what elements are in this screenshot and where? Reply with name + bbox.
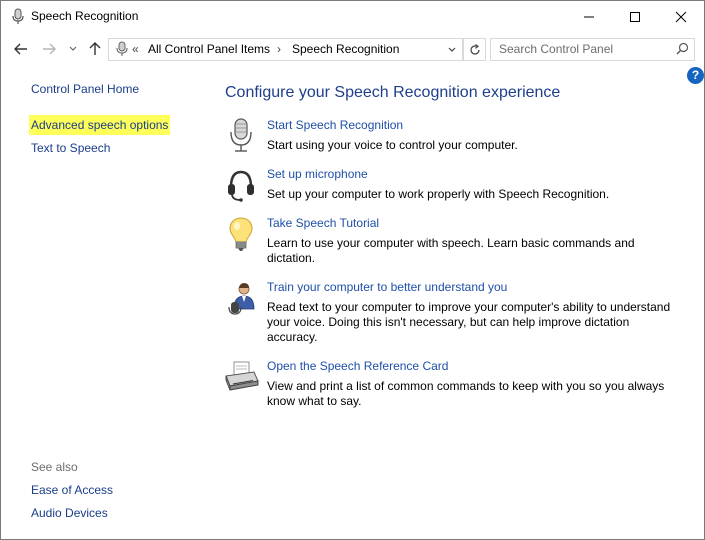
see-also-label: See also: [31, 460, 78, 474]
page-title: Configure your Speech Recognition experi…: [225, 84, 561, 101]
window-title: Speech Recognition: [31, 9, 139, 23]
task-speech-reference-card: Open the Speech Reference Card View and …: [223, 359, 683, 414]
ease-of-access-link[interactable]: Ease of Access: [31, 483, 113, 497]
address-dropdown-button[interactable]: [444, 39, 460, 60]
task-set-up-microphone: Set up microphone Set up your computer t…: [223, 167, 683, 207]
breadcrumb-separator: ›: [277, 42, 281, 56]
back-arrow-icon: [14, 43, 27, 55]
close-icon: [675, 11, 687, 22]
control-panel-home-link[interactable]: Control Panel Home: [31, 82, 139, 96]
task-description: Start using your voice to control your c…: [267, 138, 518, 152]
take-speech-tutorial-link[interactable]: Take Speech Tutorial: [267, 216, 379, 230]
minimize-icon: [584, 16, 594, 17]
advanced-speech-options-link[interactable]: Advanced speech options: [29, 115, 171, 135]
text-to-speech-link[interactable]: Text to Speech: [31, 141, 110, 155]
title-bar[interactable]: Speech Recognition: [1, 1, 704, 32]
microphone-icon: [223, 118, 259, 154]
user-train-icon: [223, 280, 259, 316]
task-start-speech-recognition: Start Speech Recognition Start using you…: [223, 118, 683, 158]
maximize-icon: [630, 11, 640, 22]
address-bar[interactable]: « All Control Panel Items › Speech Recog…: [108, 38, 463, 61]
start-speech-recognition-link[interactable]: Start Speech Recognition: [267, 118, 403, 132]
refresh-button[interactable]: [463, 38, 486, 61]
lightbulb-icon: [223, 216, 259, 252]
refresh-icon: [469, 43, 480, 55]
breadcrumb-all-control-panel-items[interactable]: All Control Panel Items: [148, 42, 270, 56]
recent-locations-button[interactable]: [66, 38, 80, 60]
microphone-app-icon: [10, 8, 26, 26]
forward-button[interactable]: [39, 38, 59, 60]
task-train-computer: Train your computer to better understand…: [223, 280, 683, 350]
task-take-speech-tutorial: Take Speech Tutorial Learn to use your c…: [223, 216, 683, 271]
breadcrumb-speech-recognition[interactable]: Speech Recognition: [292, 42, 399, 56]
open-speech-reference-card-link[interactable]: Open the Speech Reference Card: [267, 359, 448, 373]
speech-recognition-window: Speech Recognition « All Control Panel I…: [0, 0, 705, 540]
microphone-icon: [115, 41, 129, 62]
task-description: Learn to use your computer with speech. …: [267, 236, 635, 265]
address-overflow[interactable]: «: [132, 42, 139, 56]
maximize-button[interactable]: [612, 1, 658, 32]
task-description: Read text to your computer to improve yo…: [267, 300, 671, 344]
close-button[interactable]: [658, 1, 704, 32]
help-icon[interactable]: ?: [687, 67, 704, 84]
printer-icon: [223, 359, 259, 395]
train-computer-link[interactable]: Train your computer to better understand…: [267, 280, 507, 294]
search-icon[interactable]: [676, 42, 689, 60]
set-up-microphone-link[interactable]: Set up microphone: [267, 167, 368, 181]
task-description: View and print a list of common commands…: [267, 379, 665, 408]
chevron-down-icon: [69, 46, 77, 51]
task-description: Set up your computer to work properly wi…: [267, 187, 610, 201]
minimize-button[interactable]: [566, 1, 612, 32]
chevron-down-icon: [448, 47, 456, 52]
up-arrow-icon: [89, 42, 101, 55]
back-button[interactable]: [11, 38, 31, 60]
search-box[interactable]: Search Control Panel: [490, 38, 695, 61]
audio-devices-link[interactable]: Audio Devices: [31, 506, 108, 520]
up-button[interactable]: [85, 38, 105, 60]
headset-icon: [223, 167, 259, 203]
forward-arrow-icon: [43, 43, 56, 55]
search-input[interactable]: Search Control Panel: [499, 42, 613, 56]
